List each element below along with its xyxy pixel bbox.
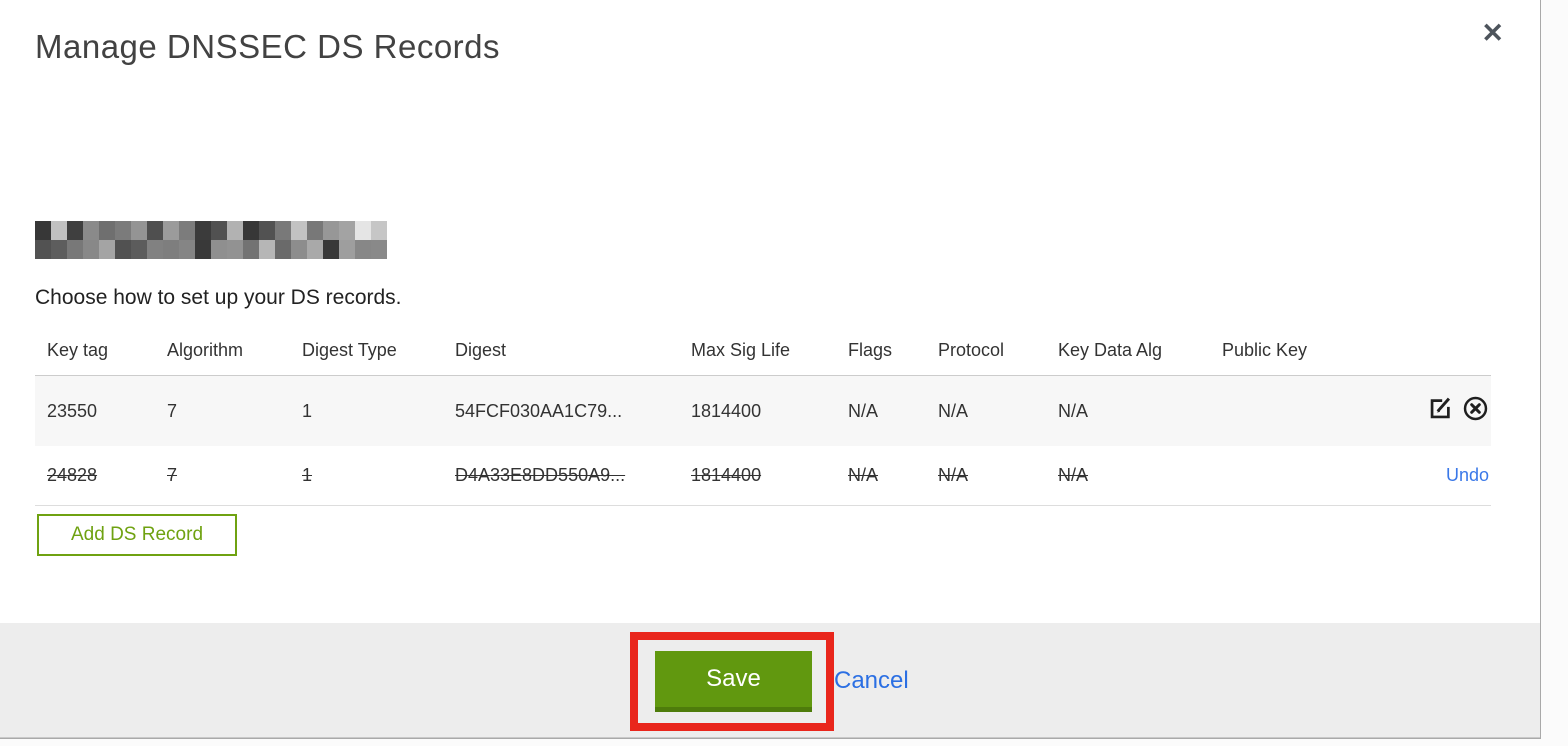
cell-flags: N/A: [848, 465, 879, 485]
undo-link[interactable]: Undo: [1446, 465, 1489, 485]
cancel-link[interactable]: Cancel: [834, 667, 909, 695]
row-actions: [1406, 376, 1491, 447]
cell-flags: N/A: [848, 400, 879, 421]
ds-records-table: Key tag Algorithm Digest Type Digest Max…: [35, 328, 1491, 506]
table-header-row: Key tag Algorithm Digest Type Digest Max…: [35, 328, 1491, 376]
cell-public-key: [1210, 376, 1406, 447]
cell-digest-type: 1: [302, 400, 313, 421]
delete-icon[interactable]: [1462, 395, 1489, 427]
red-annotation-box: Save: [630, 632, 834, 731]
cell-max-sig-life: 1814400: [691, 465, 762, 485]
cell-algorithm: 7: [167, 465, 178, 485]
row-actions: Undo: [1406, 446, 1491, 506]
cell-digest: 54FCF030AA1C79...: [455, 400, 623, 421]
col-key-data-alg: Key Data Alg: [1046, 328, 1210, 376]
cell-protocol: N/A: [938, 400, 969, 421]
col-flags: Flags: [836, 328, 926, 376]
page-title: Manage DNSSEC DS Records: [35, 28, 501, 65]
modal-footer: Save Cancel: [0, 623, 1540, 738]
col-digest: Digest: [443, 328, 679, 376]
cell-digest-type: 1: [302, 465, 313, 485]
cell-key-data-alg: N/A: [1058, 400, 1089, 421]
col-public-key: Public Key: [1210, 328, 1406, 376]
cell-algorithm: 7: [167, 400, 178, 421]
cell-key-tag: 24828: [47, 465, 98, 485]
add-ds-record-button[interactable]: Add DS Record: [37, 514, 238, 556]
col-algorithm: Algorithm: [155, 328, 290, 376]
table-row: 23550 7 1 54FCF030AA1C79... 1814400 N/A …: [35, 375, 1491, 447]
cell-protocol: N/A: [938, 465, 969, 485]
col-max-sig-life: Max Sig Life: [679, 328, 836, 376]
cell-max-sig-life: 1814400: [691, 400, 762, 421]
cell-key-data-alg: N/A: [1058, 465, 1089, 485]
subtitle-text: Choose how to set up your DS records.: [35, 286, 402, 309]
col-digest-type: Digest Type: [290, 328, 443, 376]
col-actions: [1406, 328, 1491, 376]
col-key-tag: Key tag: [35, 328, 155, 376]
cell-public-key: [1210, 446, 1406, 506]
cell-key-tag: 23550: [47, 400, 98, 421]
cell-digest: D4A33E8DD550A9...: [455, 465, 626, 485]
save-button[interactable]: Save: [655, 651, 812, 712]
col-protocol: Protocol: [926, 328, 1046, 376]
table-row-deleted: 24828 7 1 D4A33E8DD550A9... 1814400 N/A …: [35, 446, 1491, 506]
close-icon[interactable]: ✕: [1481, 20, 1504, 47]
redacted-domain: [35, 221, 387, 259]
dnssec-modal: Manage DNSSEC DS Records ✕ Choose how to…: [0, 0, 1541, 739]
edit-icon[interactable]: [1427, 395, 1454, 427]
